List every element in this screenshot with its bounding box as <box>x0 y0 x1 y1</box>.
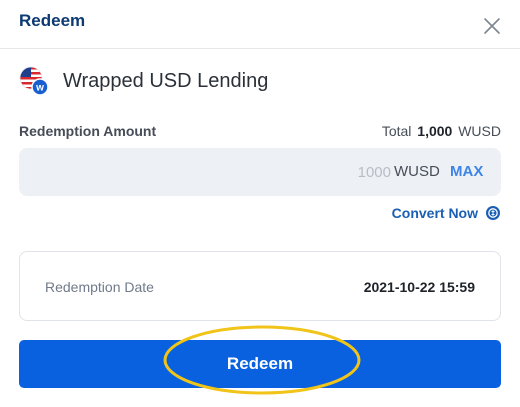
redemption-date-value: 2021-10-22 15:59 <box>363 279 475 295</box>
product-row: w Wrapped USD Lending <box>19 66 268 96</box>
total-prefix: Total <box>381 123 412 139</box>
redemption-date-panel: Redemption Date 2021-10-22 15:59 <box>19 251 501 321</box>
total-value: 1,000 <box>417 123 453 139</box>
convert-now-label: Convert Now <box>391 205 478 221</box>
convert-icon <box>486 206 500 220</box>
convert-now-link[interactable]: Convert Now <box>392 204 501 222</box>
redemption-date-label: Redemption Date <box>45 279 154 295</box>
total-balance: Total 1,000 WUSD <box>382 123 501 139</box>
amount-unit: WUSD <box>394 163 440 180</box>
redeem-button[interactable]: Redeem <box>19 340 501 388</box>
redemption-amount-field: WUSD MAX <box>19 148 501 196</box>
wusd-flag-logo-icon: w <box>19 66 49 96</box>
dialog-header: Redeem <box>0 0 520 49</box>
product-name: Wrapped USD Lending <box>63 69 269 92</box>
dialog-title: Redeem <box>19 11 86 30</box>
logo-badge-letter: w <box>35 83 44 94</box>
max-button[interactable]: MAX <box>450 163 483 180</box>
total-unit: WUSD <box>458 123 501 139</box>
redemption-amount-label: Redemption Amount <box>19 123 157 139</box>
redemption-amount-input[interactable] <box>31 148 391 196</box>
close-icon[interactable] <box>482 16 502 36</box>
amount-header: Redemption Amount Total 1,000 WUSD <box>19 123 501 141</box>
